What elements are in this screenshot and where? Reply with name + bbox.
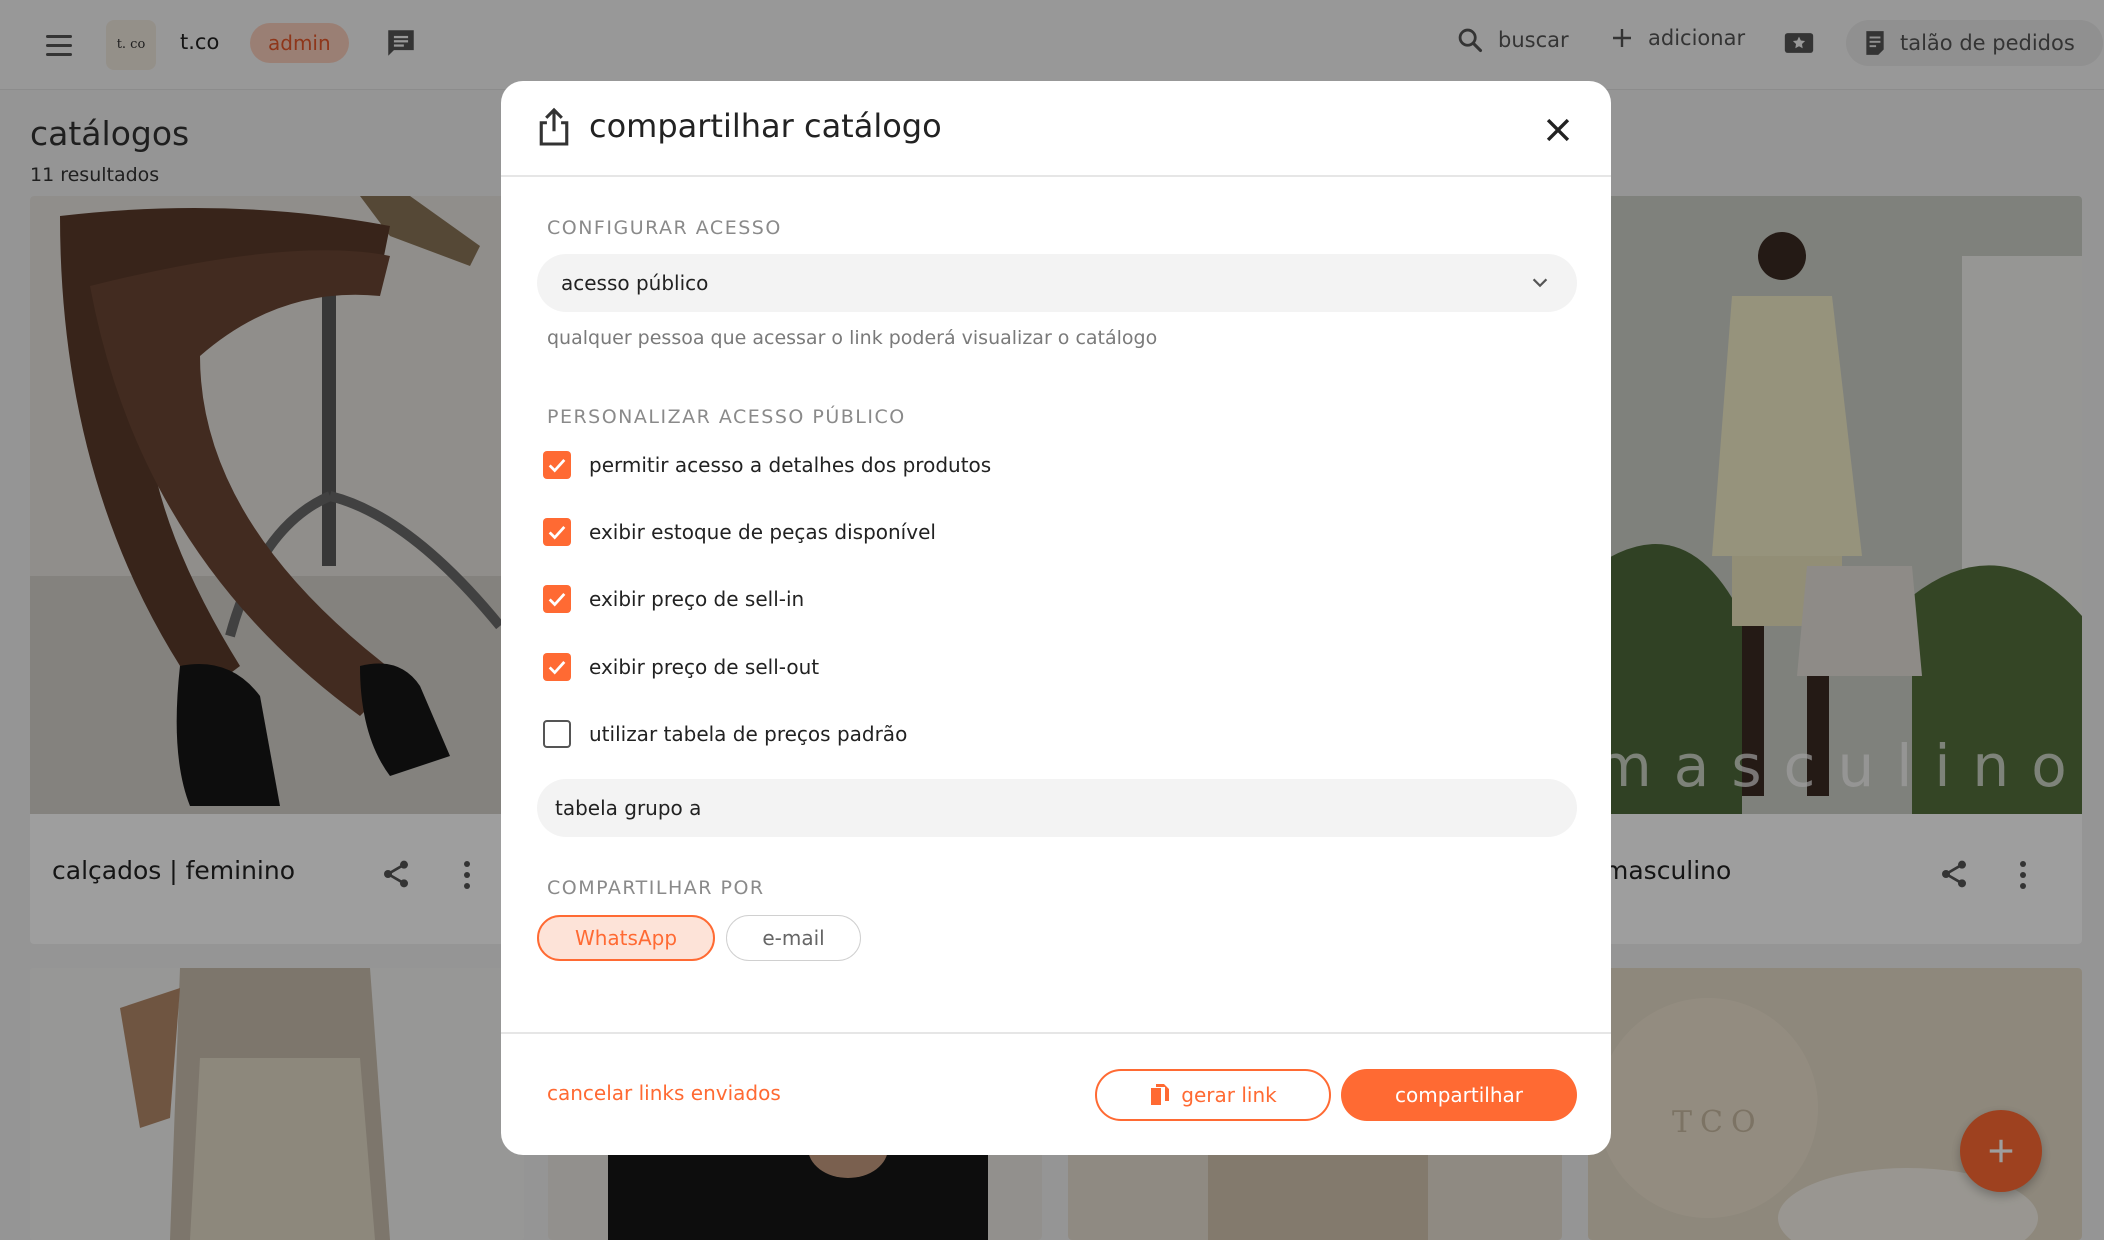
share-via-email[interactable]: e-mail [726, 915, 861, 961]
checkbox-unchecked[interactable] [543, 720, 571, 748]
close-icon[interactable] [1541, 113, 1575, 147]
checkbox-checked[interactable] [543, 585, 571, 613]
checkbox-checked[interactable] [543, 451, 571, 479]
checkmark-icon [548, 661, 566, 675]
price-table-field[interactable]: tabela grupo a [537, 779, 1577, 837]
dialog-title: compartilhar catálogo [589, 107, 942, 145]
checkbox-checked[interactable] [543, 653, 571, 681]
option-sell-in-price[interactable]: exibir preço de sell-in [543, 585, 804, 613]
customize-section-label: PERSONALIZAR ACESSO PÚBLICO [547, 406, 906, 428]
option-label: exibir preço de sell-in [589, 587, 805, 611]
access-select[interactable]: acesso público [537, 254, 1577, 312]
option-label: exibir preço de sell-out [589, 655, 820, 679]
share-section-label: COMPARTILHAR POR [547, 877, 765, 899]
generate-link-label: gerar link [1181, 1083, 1277, 1107]
share-catalog-dialog: compartilhar catálogo CONFIGURAR ACESSO … [501, 81, 1611, 1155]
access-helper-text: qualquer pessoa que acessar o link poder… [547, 327, 1158, 349]
footer-divider [501, 1032, 1611, 1034]
option-label: utilizar tabela de preços padrão [589, 722, 908, 746]
option-default-price-table[interactable]: utilizar tabela de preços padrão [543, 720, 907, 748]
option-label: permitir acesso a detalhes dos produtos [589, 453, 992, 477]
price-table-value: tabela grupo a [555, 796, 702, 820]
checkbox-checked[interactable] [543, 518, 571, 546]
copy-file-icon [1151, 1084, 1170, 1105]
option-sell-out-price[interactable]: exibir preço de sell-out [543, 653, 819, 681]
access-section-label: CONFIGURAR ACESSO [547, 217, 782, 239]
option-label: exibir estoque de peças disponível [589, 520, 936, 544]
share-upload-icon [539, 107, 569, 146]
chevron-down-icon [1532, 278, 1548, 288]
checkmark-icon [548, 526, 566, 540]
option-stock[interactable]: exibir estoque de peças disponível [543, 518, 936, 546]
share-button[interactable]: compartilhar [1341, 1069, 1577, 1121]
checkmark-icon [548, 593, 566, 607]
share-via-whatsapp[interactable]: WhatsApp [537, 915, 715, 961]
option-product-details[interactable]: permitir acesso a detalhes dos produtos [543, 451, 991, 479]
access-select-value: acesso público [561, 271, 709, 295]
generate-link-button[interactable]: gerar link [1095, 1069, 1331, 1121]
cancel-links-link[interactable]: cancelar links enviados [547, 1081, 781, 1105]
checkmark-icon [548, 459, 566, 473]
dialog-header: compartilhar catálogo [501, 81, 1611, 177]
